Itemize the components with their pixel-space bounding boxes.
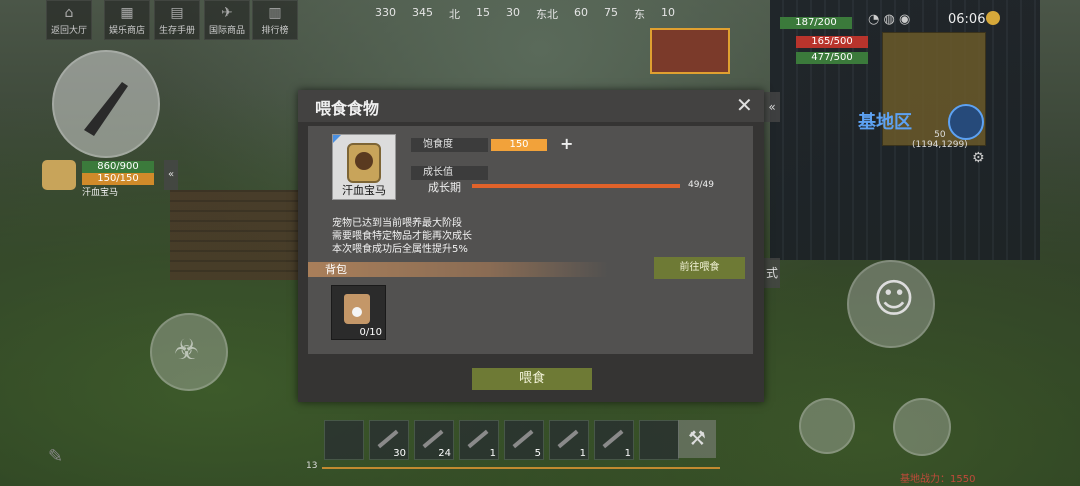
growth-value: 49/49 bbox=[688, 180, 714, 190]
weapon-knife-button[interactable] bbox=[52, 50, 160, 158]
ranking-button[interactable]: ▥ 排行榜 bbox=[252, 0, 298, 40]
ranking-icon: ▥ bbox=[268, 5, 282, 21]
jump-icon: ☺ bbox=[873, 276, 915, 322]
side-tab-toggle[interactable]: « bbox=[764, 92, 780, 122]
food-item-slot[interactable]: 0/10 bbox=[331, 285, 386, 340]
international-goods-button[interactable]: ✈ 国际商品 bbox=[204, 0, 250, 40]
hotbar-slot[interactable]: 30 bbox=[369, 420, 409, 460]
bag-section-header: 背包 bbox=[308, 262, 608, 277]
coin-icon[interactable] bbox=[986, 11, 1000, 25]
hotbar-slot[interactable]: 1 bbox=[549, 420, 589, 460]
growth-progress-fill bbox=[472, 184, 680, 188]
hotbar-slot[interactable]: 5 bbox=[504, 420, 544, 460]
home-icon: ⌂ bbox=[64, 5, 74, 21]
biohazard-icon: ☣ bbox=[174, 333, 200, 366]
close-icon[interactable]: ✕ bbox=[736, 93, 753, 117]
pet-name: 汗血宝马 bbox=[342, 184, 386, 197]
zone-coords: 50 (1194,1299) bbox=[912, 130, 968, 150]
pet-card[interactable]: 汗血宝马 bbox=[332, 134, 396, 200]
go-feed-button[interactable]: 前往喂食 bbox=[654, 257, 745, 279]
growth-stage-label: 成长期 bbox=[428, 181, 461, 194]
player-level: 13 bbox=[306, 461, 318, 471]
base-power: 基地战力：1550 bbox=[900, 474, 976, 485]
crouch-button[interactable] bbox=[893, 398, 951, 456]
pet-mini-name: 汗血宝马 bbox=[82, 188, 119, 198]
satiety-label: 饱食度 bbox=[411, 138, 488, 152]
feed-button[interactable]: 喂食 bbox=[472, 368, 592, 390]
add-satiety-icon[interactable]: + bbox=[560, 134, 573, 153]
stat-bar-green: 477/500 bbox=[796, 52, 868, 64]
hotbar-slot[interactable]: 24 bbox=[414, 420, 454, 460]
growth-progress-track bbox=[472, 184, 680, 188]
return-lobby-button[interactable]: ⌂ 返回大厅 bbox=[46, 0, 92, 40]
wooden-shack bbox=[170, 190, 300, 280]
zone-name: 基地区 bbox=[858, 112, 912, 133]
bag-label: 背包 bbox=[325, 263, 347, 276]
chat-icon[interactable]: ✎ bbox=[48, 446, 63, 467]
book-icon: ▤ bbox=[170, 5, 184, 21]
item-count: 0/10 bbox=[359, 327, 382, 338]
pet-portrait[interactable] bbox=[42, 160, 76, 190]
satiety-value: 150 bbox=[491, 139, 547, 151]
xp-bar bbox=[322, 467, 720, 469]
pet-stat-bar: 150/150 bbox=[82, 173, 154, 185]
prone-button[interactable] bbox=[799, 398, 855, 454]
food-bag-icon bbox=[344, 294, 370, 324]
knife-icon bbox=[84, 82, 128, 136]
survival-manual-button[interactable]: ▤ 生存手册 bbox=[154, 0, 200, 40]
growth-section-label: 成长值 bbox=[411, 166, 488, 180]
player-hp-bar: 187/200 bbox=[780, 17, 852, 29]
dialog-title: 喂食食物 bbox=[315, 99, 380, 118]
team-portraits[interactable] bbox=[650, 28, 730, 74]
craft-button[interactable]: ⚒ bbox=[678, 420, 716, 458]
hotbar-slot[interactable] bbox=[324, 420, 364, 460]
dialog-header: 喂食食物 ✕ bbox=[298, 90, 764, 122]
settings-icon[interactable]: ⚙ bbox=[972, 150, 985, 166]
biohazard-button[interactable]: ☣ bbox=[150, 313, 228, 391]
hammer-icon: ⚒ bbox=[688, 426, 706, 450]
jump-button[interactable]: ☺ bbox=[847, 260, 935, 348]
feed-food-dialog: 喂食食物 ✕ 汗血宝马 饱食度 150 + 成长值 成长期 49/49 宠物已达… bbox=[298, 90, 764, 402]
pet-hp-bar: 860/900 bbox=[82, 161, 154, 173]
compass-bar: 330 345 北 15 30 东北 60 75 东 10 bbox=[375, 6, 675, 21]
side-tab-mode[interactable]: 式 bbox=[764, 258, 780, 288]
shop-icon: ▦ bbox=[120, 5, 134, 21]
rarity-corner bbox=[333, 135, 341, 143]
hotbar: 30 24 1 5 1 1 bbox=[324, 420, 679, 460]
signal-icon: ◔ ◍ ◉ bbox=[868, 12, 911, 27]
stat-bar-red: 165/500 bbox=[796, 36, 868, 48]
dialog-body: 汗血宝马 饱食度 150 + 成长值 成长期 49/49 宠物已达到当前喂养最大… bbox=[308, 126, 753, 354]
desc-line-3: 本次喂食成功后全属性提升5% bbox=[332, 244, 468, 255]
plane-icon: ✈ bbox=[221, 5, 233, 21]
hotbar-slot[interactable] bbox=[639, 420, 679, 460]
hotbar-slot[interactable]: 1 bbox=[594, 420, 634, 460]
hotbar-slot[interactable]: 1 bbox=[459, 420, 499, 460]
pet-panel-toggle[interactable]: « bbox=[164, 160, 178, 190]
pet-tag-icon bbox=[347, 143, 381, 183]
shop-button[interactable]: ▦ 娱乐商店 bbox=[104, 0, 150, 40]
clock: 06:06 bbox=[948, 12, 986, 27]
